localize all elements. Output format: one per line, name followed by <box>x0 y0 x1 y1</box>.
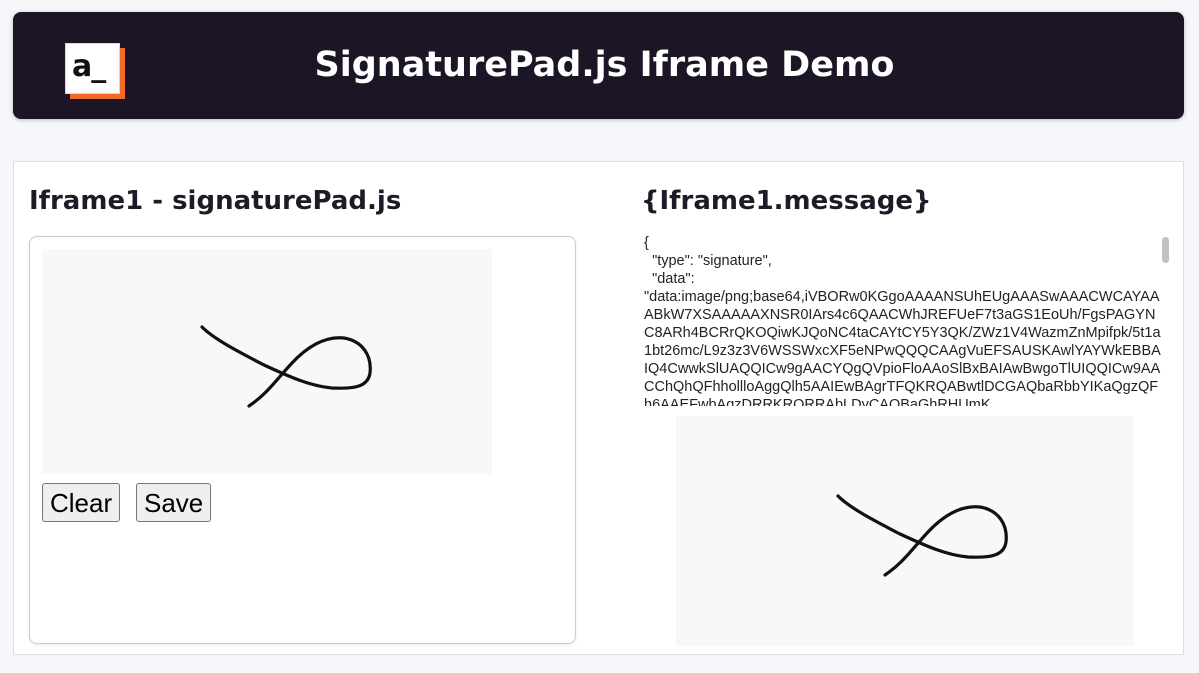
scrollbar-thumb[interactable] <box>1162 237 1169 263</box>
message-json-text[interactable]: { "type": "signature", "data": "data:ima… <box>644 234 1164 406</box>
clear-button[interactable]: Clear <box>42 483 121 522</box>
signature-preview-image <box>676 416 1134 646</box>
page-title: SignaturePad.js Iframe Demo <box>314 45 895 85</box>
app-header: a_ SignaturePad.js Iframe Demo <box>13 12 1184 119</box>
iframe1-heading: Iframe1 - signaturePad.js <box>29 186 402 216</box>
iframe1-widget[interactable]: Clear Save <box>29 236 576 644</box>
signature-pad-canvas[interactable] <box>42 249 492 474</box>
signature-stroke-icon <box>200 325 372 408</box>
main-canvas: Iframe1 - signaturePad.js Clear Save {If… <box>13 161 1184 655</box>
message-heading: {Iframe1.message} <box>641 186 932 216</box>
save-button[interactable]: Save <box>136 483 212 522</box>
signature-preview-stroke-icon <box>836 494 1008 577</box>
